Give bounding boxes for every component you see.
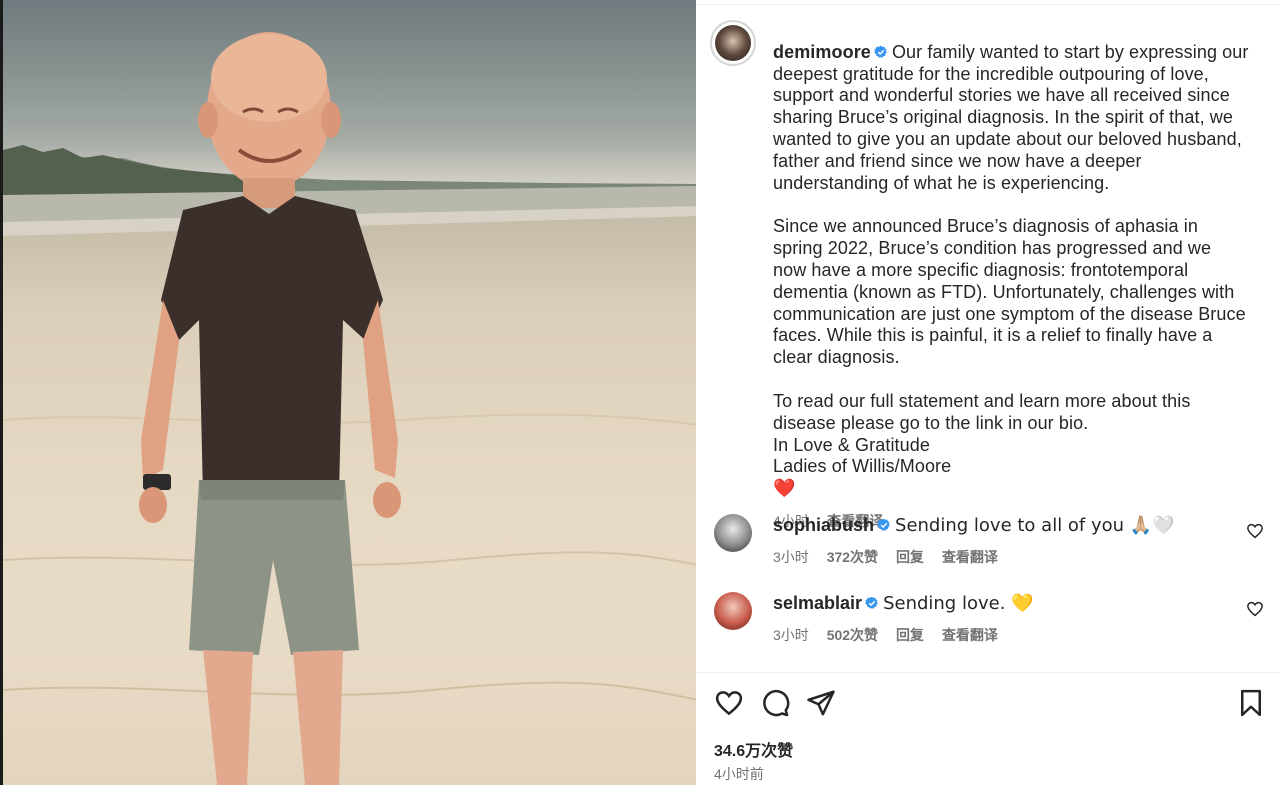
comment-meta: 3小时 372次赞 回复 查看翻译 xyxy=(773,546,1243,568)
caption-paragraph-1: Our family wanted to start by expressing… xyxy=(773,41,1249,193)
see-translation-link[interactable]: 查看翻译 xyxy=(942,549,998,565)
caption-text-block: demimoore Our family wanted to start by e… xyxy=(773,20,1249,533)
post-details-panel: demimoore Our family wanted to start by e… xyxy=(696,0,1280,785)
post-photo[interactable] xyxy=(0,0,696,785)
see-translation-link[interactable]: 查看翻译 xyxy=(942,627,998,643)
comment-text: Sending love to all of you 🙏🏼🤍 xyxy=(895,515,1175,536)
paper-plane-icon[interactable] xyxy=(806,688,836,718)
comment-like-count[interactable]: 502次赞 xyxy=(827,627,878,643)
post-like-count[interactable]: 34.6万次赞 xyxy=(714,737,793,761)
reply-button[interactable]: 回复 xyxy=(896,549,924,565)
post-timestamp[interactable]: 4小时前 xyxy=(714,764,764,784)
divider xyxy=(696,672,1280,673)
comment-meta: 3小时 502次赞 回复 查看翻译 xyxy=(773,624,1243,646)
verified-badge-icon xyxy=(865,596,878,609)
commenter-avatar[interactable] xyxy=(714,514,752,552)
bookmark-icon[interactable] xyxy=(1236,688,1266,718)
comment-like-count[interactable]: 372次赞 xyxy=(827,549,878,565)
comment-time: 3小时 xyxy=(773,549,809,565)
heart-icon[interactable] xyxy=(714,688,744,718)
comment-text: Sending love. 💛 xyxy=(883,593,1034,614)
comment-body: selmablair Sending love. 💛 3小时 502次赞 回复 查… xyxy=(773,592,1243,646)
person-figure xyxy=(139,32,401,785)
post-action-bar xyxy=(714,688,1266,720)
like-comment-heart-icon[interactable] xyxy=(1246,600,1264,618)
verified-badge-icon xyxy=(877,518,890,531)
caption-paragraph-3: To read our full statement and learn mor… xyxy=(773,390,1191,499)
comment-bubble-icon[interactable] xyxy=(760,688,790,718)
caption-paragraph-2: Since we announced Bruce’s diagnosis of … xyxy=(773,216,1246,368)
reply-button[interactable]: 回复 xyxy=(896,627,924,643)
author-avatar[interactable] xyxy=(710,20,756,66)
divider xyxy=(696,4,1280,5)
verified-badge-icon xyxy=(874,45,887,58)
comment-body: sophiabush Sending love to all of you 🙏🏼🤍… xyxy=(773,514,1243,568)
beach-photo-illustration xyxy=(3,32,696,785)
comment-time: 3小时 xyxy=(773,627,809,643)
author-username[interactable]: demimoore xyxy=(773,42,871,62)
comment-username[interactable]: selmablair xyxy=(773,593,862,613)
comment-username[interactable]: sophiabush xyxy=(773,515,874,535)
like-comment-heart-icon[interactable] xyxy=(1246,522,1264,540)
commenter-avatar[interactable] xyxy=(714,592,752,630)
